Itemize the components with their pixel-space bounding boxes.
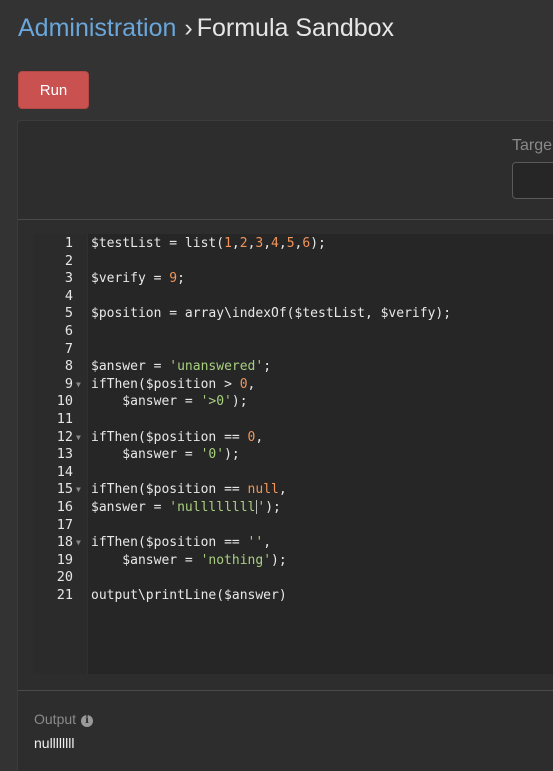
line-number: 14	[56, 463, 73, 480]
code-line[interactable]: 3 $verify = 9;	[33, 270, 553, 288]
code-line[interactable]: 18 ▼ ifThen($position == '',	[33, 534, 553, 552]
code-text: output\printLine($answer)	[91, 587, 287, 603]
code-line[interactable]: 9 ▼ ifThen($position > 0,	[33, 376, 553, 394]
code-text: ifThen($position == null,	[91, 482, 287, 498]
target-input[interactable]	[512, 162, 553, 199]
fold-arrow-icon[interactable]: ▼	[76, 429, 81, 447]
line-number: 17	[56, 516, 73, 533]
line-number: 6	[64, 322, 73, 339]
line-number: 16	[56, 498, 73, 515]
code-line[interactable]: 15 ▼ ifThen($position == null,	[33, 481, 553, 499]
line-number: 3	[64, 270, 73, 287]
fold-arrow-icon[interactable]: ▼	[76, 376, 81, 394]
code-text: $answer = '0');	[91, 447, 240, 463]
info-circle-icon[interactable]: i	[81, 715, 94, 727]
code-text: $answer = 'nullllllll ');	[91, 499, 281, 515]
code-line[interactable]: 13 $answer = '0');	[33, 446, 553, 464]
breadcrumb-administration-link[interactable]: Administration	[18, 14, 176, 42]
code-line[interactable]: 7	[33, 341, 553, 359]
fold-arrow-icon[interactable]: ▼	[76, 481, 81, 499]
target-label: Targe	[512, 137, 553, 154]
line-number: 2	[64, 252, 73, 269]
line-number: 1	[64, 235, 73, 251]
code-line[interactable]: 19 $answer = 'nothing');	[33, 552, 553, 570]
code-line[interactable]: 20	[33, 569, 553, 587]
line-number: 11	[56, 410, 73, 427]
line-number: 13	[56, 446, 73, 463]
line-number: 7	[64, 340, 73, 357]
line-number: 10	[56, 393, 73, 410]
code-text: $verify = 9;	[91, 271, 185, 287]
code-line[interactable]: 8 $answer = 'unanswered';	[33, 358, 553, 376]
line-number: 21	[56, 586, 73, 603]
code-line[interactable]: 5 $position = array\indexOf($testList, $v…	[33, 305, 553, 323]
code-line[interactable]: 16 $answer = 'nullllllll ');	[33, 499, 553, 517]
code-line[interactable]: 6	[33, 323, 553, 341]
panel-header: Targe	[18, 121, 553, 220]
output-divider	[18, 690, 553, 691]
code-text: ifThen($position == 0,	[91, 429, 264, 445]
line-number: 8	[64, 358, 73, 375]
line-number: 19	[56, 551, 73, 568]
breadcrumb-separator: ›	[184, 14, 193, 42]
code-text: ifThen($position == '',	[91, 535, 272, 551]
code-line[interactable]: 4	[33, 288, 553, 306]
run-button[interactable]: Run	[18, 71, 89, 109]
output-value: nullllllll	[34, 735, 75, 751]
code-line[interactable]: 12 ▼ ifThen($position == 0,	[33, 429, 553, 447]
code-editor[interactable]: 1 $testList = list(1,2,3,4,5,6); 2 3 $verify…	[33, 234, 553, 674]
code-line[interactable]: 17	[33, 517, 553, 535]
line-number: 5	[64, 305, 73, 322]
code-line[interactable]: 1 $testList = list(1,2,3,4,5,6);	[33, 235, 553, 253]
line-number: 12	[56, 428, 73, 445]
text-cursor	[256, 500, 258, 515]
line-number: 18	[56, 534, 73, 551]
code-line[interactable]: 21 output\printLine($answer)	[33, 587, 553, 605]
code-text: $answer = 'nothing');	[91, 552, 287, 568]
output-label-text: Output	[34, 711, 77, 727]
output-label: Output i	[34, 711, 94, 727]
line-number: 15	[56, 481, 73, 498]
code-line[interactable]: 14	[33, 464, 553, 482]
line-number: 4	[64, 287, 73, 304]
line-number: 20	[56, 569, 73, 586]
code-text: $position = array\indexOf($testList, $ve…	[91, 306, 452, 322]
line-number: 9	[64, 375, 73, 392]
breadcrumb: Administration › Formula Sandbox	[18, 12, 394, 44]
code-text: ifThen($position > 0,	[91, 376, 256, 392]
code-text: $testList = list(1,2,3,4,5,6);	[91, 236, 326, 251]
code-text: $answer = 'unanswered';	[91, 359, 272, 375]
page-title: Formula Sandbox	[196, 14, 395, 42]
sandbox-panel: Targe 1 $testList = list(1,2,3,4,5,6); 2 3 $…	[17, 120, 553, 771]
fold-arrow-icon[interactable]: ▼	[76, 534, 81, 552]
code-line[interactable]: 2	[33, 253, 553, 271]
code-lines: 1 $testList = list(1,2,3,4,5,6); 2 3 $verify…	[33, 234, 553, 604]
code-line[interactable]: 10 $answer = '>0');	[33, 393, 553, 411]
code-text: $answer = '>0');	[91, 394, 248, 410]
code-line[interactable]: 11	[33, 411, 553, 429]
